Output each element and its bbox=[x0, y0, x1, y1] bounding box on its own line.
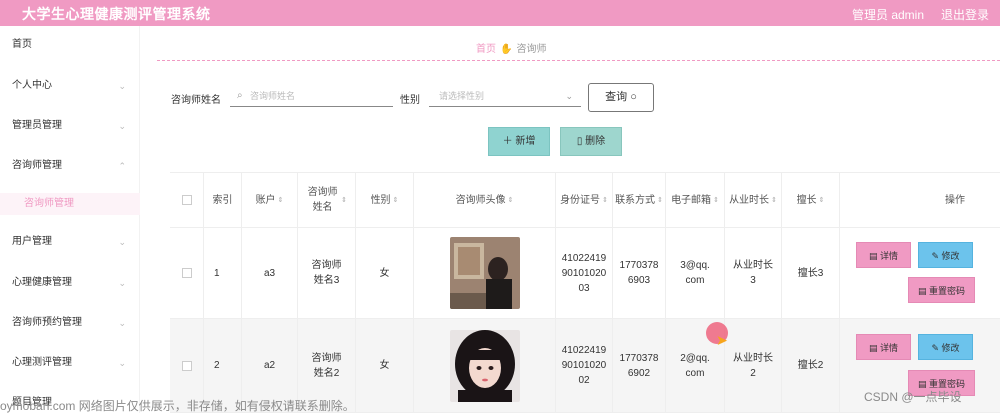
chevron-down-icon: ⌄ bbox=[118, 318, 126, 328]
chevron-down-icon: ⌄ bbox=[118, 278, 126, 288]
query-button[interactable]: 查询 ○ bbox=[588, 83, 654, 112]
breadcrumb-current: 咨询师 bbox=[516, 44, 547, 55]
trash-icon: ▯ bbox=[576, 136, 583, 147]
sidebar-item-mental-health[interactable]: 心理健康管理 ⌄ bbox=[0, 272, 140, 294]
sort-icon: ⇕ bbox=[818, 196, 825, 204]
counselor-name-label: 咨询师姓名 bbox=[171, 95, 221, 106]
hand-icon: ✋ bbox=[500, 44, 513, 55]
breadcrumb: 首页 ✋ 咨询师 bbox=[476, 40, 546, 55]
row-phone: 17703786902 bbox=[613, 319, 666, 412]
header-specialty[interactable]: 擅长 ⇕ bbox=[782, 173, 840, 227]
chevron-down-icon: ⌄ bbox=[565, 91, 573, 101]
header-email[interactable]: 电子邮箱 ⇕ bbox=[666, 173, 725, 227]
search-icon: ○ bbox=[630, 91, 637, 103]
row-checkbox[interactable] bbox=[170, 228, 204, 318]
pencil-icon: ✎ bbox=[931, 251, 939, 261]
sidebar-item-assessment[interactable]: 心理测评管理 ⌄ bbox=[0, 352, 140, 374]
edit-button[interactable]: ✎ 修改 bbox=[918, 242, 973, 268]
sort-icon: ⇕ bbox=[771, 196, 777, 204]
sidebar-item-admin-management[interactable]: 管理员管理 ⌄ bbox=[0, 115, 140, 137]
avatar-photo bbox=[449, 329, 520, 402]
sidebar-item-appointment[interactable]: 咨询师预约管理 ⌄ bbox=[0, 312, 140, 334]
counselor-name-input[interactable]: ⌕ 咨询师姓名 bbox=[230, 85, 393, 107]
app-title: 大学生心理健康测评管理系统 bbox=[22, 6, 211, 22]
csdn-credit: CSDN @一点毕设 bbox=[864, 390, 962, 404]
delete-button[interactable]: ▯ 删除 bbox=[560, 127, 622, 156]
counselor-table: 索引 账户 ⇕ 咨询师姓名 ⇕ 性别 ⇕ 咨询师头像 ⇕ 身份证号 ⇕ 联系方式 ⇕ 电子邮… bbox=[170, 172, 1000, 413]
sidebar-item-home[interactable]: 首页 bbox=[0, 34, 140, 56]
row-specialty: 擅长2 bbox=[782, 319, 840, 412]
doc-icon: ▤ bbox=[868, 251, 878, 261]
avatar-photo bbox=[449, 237, 520, 309]
breadcrumb-home[interactable]: 首页 bbox=[476, 44, 496, 55]
gender-label: 性别 bbox=[400, 95, 420, 106]
plus-icon: ＋ bbox=[502, 136, 513, 147]
row-id-card: 410224199010102003 bbox=[556, 228, 613, 318]
chevron-down-icon: ⌄ bbox=[118, 358, 126, 368]
row-avatar bbox=[414, 319, 556, 412]
watermark-text: oymoban.com 网络图片仅供展示，非存储，如有侵权请联系删除。 bbox=[0, 399, 355, 413]
sidebar-item-personal-center[interactable]: 个人中心 ⌄ bbox=[0, 75, 140, 97]
gender-placeholder: 请选择性别 bbox=[439, 91, 485, 101]
current-user: 管理员 admin bbox=[852, 8, 925, 22]
header-years[interactable]: 从业时长 ⇕ bbox=[725, 173, 782, 227]
edit-button[interactable]: ✎ 修改 bbox=[918, 334, 973, 360]
row-email: 3@qq.com bbox=[666, 228, 725, 318]
sidebar-subitem-counselor-management[interactable]: 咨询师管理 bbox=[0, 193, 140, 215]
row-account: a3 bbox=[242, 228, 298, 318]
mouse-cursor-icon: ➤ bbox=[716, 332, 728, 348]
doc-icon: ▤ bbox=[917, 286, 927, 296]
detail-button[interactable]: ▤ 详情 bbox=[856, 242, 911, 268]
counselor-name-placeholder: 咨询师姓名 bbox=[250, 91, 296, 101]
sidebar-item-counselor-management[interactable]: 咨询师管理 ⌃ bbox=[0, 155, 140, 177]
header-id-card[interactable]: 身份证号 ⇕ bbox=[556, 173, 613, 227]
header-account[interactable]: 账户 ⇕ bbox=[242, 173, 298, 227]
row-years: 从业时长3 bbox=[725, 228, 782, 318]
row-specialty: 擅长3 bbox=[782, 228, 840, 318]
sort-icon: ⇕ bbox=[507, 196, 514, 204]
row-counselor-name: 咨询师姓名3 bbox=[298, 228, 356, 318]
row-id-card: 410224199010102002 bbox=[556, 319, 613, 412]
top-bar: 大学生心理健康测评管理系统 管理员 admin 退出登录 bbox=[0, 0, 1000, 26]
divider bbox=[157, 60, 1000, 61]
chevron-down-icon: ⌄ bbox=[118, 237, 126, 247]
header-index: 索引 bbox=[204, 173, 242, 227]
avatar-image bbox=[449, 329, 520, 402]
row-operations: ▤ 详情 ✎ 修改 ▤ 重置密码 bbox=[856, 228, 1000, 318]
sidebar-item-user-management[interactable]: 用户管理 ⌄ bbox=[0, 231, 140, 253]
chevron-down-icon: ⌄ bbox=[118, 81, 126, 91]
header-avatar[interactable]: 咨询师头像 ⇕ bbox=[414, 173, 556, 227]
row-index: 1 bbox=[204, 228, 242, 318]
sort-icon: ⇕ bbox=[657, 196, 663, 204]
row-years: 从业时长2 bbox=[725, 319, 782, 412]
doc-icon: ▤ bbox=[868, 343, 878, 353]
add-button[interactable]: ＋ 新增 bbox=[488, 127, 550, 156]
search-icon: ⌕ bbox=[237, 90, 243, 101]
chevron-up-icon: ⌃ bbox=[118, 161, 126, 171]
header-counselor-name[interactable]: 咨询师姓名 ⇕ bbox=[298, 173, 356, 227]
avatar-image bbox=[449, 237, 520, 309]
header-phone[interactable]: 联系方式 ⇕ bbox=[613, 173, 666, 227]
sidebar: 首页 个人中心 ⌄ 管理员管理 ⌄ 咨询师管理 ⌃ 咨询师管理 用户管理 ⌄ 心理健康管… bbox=[0, 26, 140, 413]
sort-icon: ⇕ bbox=[392, 196, 399, 204]
row-avatar bbox=[414, 228, 556, 318]
gender-select[interactable]: 请选择性别 ⌄ bbox=[429, 85, 581, 107]
reset-password-button[interactable]: ▤ 重置密码 bbox=[908, 277, 975, 303]
sort-icon: ⇕ bbox=[277, 196, 284, 204]
header-gender[interactable]: 性别 ⇕ bbox=[356, 173, 414, 227]
header-operations: 操作 bbox=[945, 194, 965, 206]
sort-icon: ⇕ bbox=[341, 196, 347, 204]
table-row: 1 a3 咨询师姓名3 女 410224199010102003 1770378… bbox=[170, 228, 1000, 319]
row-gender: 女 bbox=[356, 228, 414, 318]
row-phone: 17703786903 bbox=[613, 228, 666, 318]
table-header-row: 索引 账户 ⇕ 咨询师姓名 ⇕ 性别 ⇕ 咨询师头像 ⇕ 身份证号 ⇕ 联系方式 ⇕ 电子邮… bbox=[170, 172, 1000, 228]
logout-link[interactable]: 退出登录 bbox=[941, 6, 989, 23]
select-all-checkbox[interactable] bbox=[170, 173, 204, 227]
chevron-down-icon: ⌄ bbox=[118, 121, 126, 131]
sort-icon: ⇕ bbox=[602, 196, 608, 204]
row-gender: 女 bbox=[356, 319, 414, 412]
sort-icon: ⇕ bbox=[713, 196, 719, 204]
detail-button[interactable]: ▤ 详情 bbox=[856, 334, 911, 360]
pencil-icon: ✎ bbox=[931, 343, 939, 353]
